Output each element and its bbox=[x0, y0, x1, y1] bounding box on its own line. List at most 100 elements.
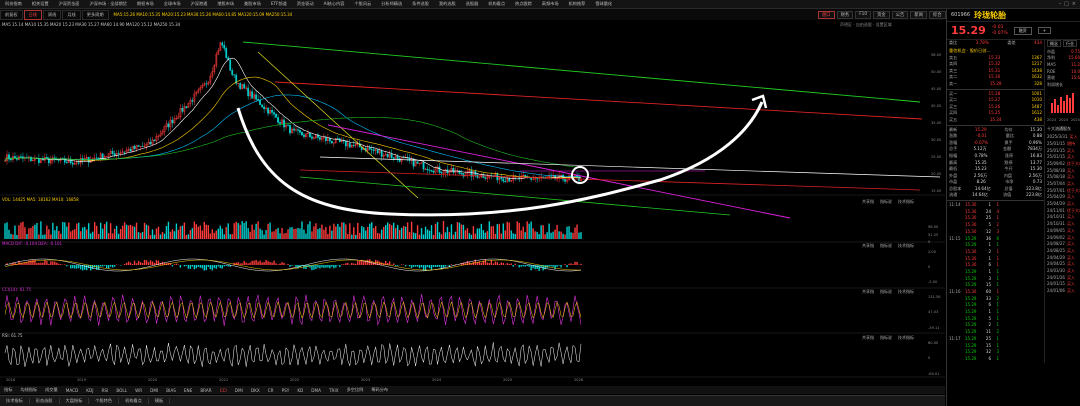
panel-button[interactable]: 技术指标 bbox=[898, 335, 914, 341]
indicator-tab[interactable]: BRAR bbox=[196, 388, 215, 393]
period-button[interactable]: 月线 bbox=[62, 9, 81, 20]
menu-item[interactable]: 科技指南 bbox=[0, 1, 27, 7]
volume-bar bbox=[456, 222, 459, 239]
indicator-tab[interactable]: 多空比例 bbox=[343, 387, 368, 393]
indicator-tab[interactable]: CR bbox=[264, 388, 278, 393]
menu-item[interactable]: 资金驱动 bbox=[292, 1, 319, 7]
menu-item[interactable]: 条件选股 bbox=[407, 1, 434, 7]
indicator-tab[interactable]: BIAS bbox=[162, 388, 180, 393]
right-tab[interactable]: 新闻 bbox=[910, 11, 927, 19]
menu-item[interactable]: 我的选股 bbox=[434, 1, 461, 7]
indicator-tab[interactable]: KDJ bbox=[82, 388, 97, 393]
minimize-icon[interactable]: – bbox=[1059, 1, 1062, 7]
status-tab[interactable]: 个股特色 bbox=[89, 398, 120, 404]
period-button[interactable]: 日线 bbox=[23, 9, 42, 20]
order-level[interactable]: 卖四 15.32 1217 bbox=[947, 61, 1044, 68]
indicator-tab[interactable]: DKX bbox=[247, 388, 264, 393]
menu-item[interactable]: 热点跟踪 bbox=[510, 1, 537, 7]
panel-button[interactable]: 技术指标 bbox=[898, 289, 914, 295]
menu-item[interactable]: 机构看点 bbox=[483, 1, 510, 7]
menu-item[interactable]: 分析师精选 bbox=[376, 1, 407, 7]
menu-item[interactable]: 沪深市场 · 全部期货 bbox=[84, 1, 132, 7]
menu-item[interactable]: 期权市场 bbox=[132, 1, 159, 7]
menu-item[interactable]: AI核心内容 bbox=[319, 1, 350, 7]
concept-tag[interactable]: 重估机会 · 股价已创… bbox=[947, 47, 1044, 55]
menu-item[interactable]: 美股市场 bbox=[239, 1, 266, 7]
panel-button[interactable]: 指标说 bbox=[880, 289, 892, 295]
indicator-tab[interactable]: 筹码分布 bbox=[367, 387, 392, 393]
panel-button[interactable]: 共享指 bbox=[862, 243, 874, 249]
panel-button[interactable]: 技术指标 bbox=[898, 243, 914, 249]
top-holders-label[interactable]: 十大流通股东 bbox=[1047, 126, 1080, 133]
maximize-icon[interactable]: □ bbox=[1064, 1, 1069, 7]
menu-item[interactable]: 相关设置 bbox=[27, 1, 54, 7]
indicator-tab[interactable]: TRIX bbox=[325, 388, 343, 393]
add-watch-button[interactable]: + bbox=[1037, 27, 1052, 34]
period-button[interactable]: 周线 bbox=[42, 9, 62, 20]
panel-button[interactable]: 指标说 bbox=[880, 335, 892, 341]
tick-list[interactable]: 11:14 15.30 1 1 15.30 24 4 15.30 25 1 15.30 5 2 15.30… bbox=[947, 202, 1044, 363]
menu-item[interactable]: ETF频道 bbox=[266, 1, 292, 7]
menu-item[interactable]: 全球市场 bbox=[159, 1, 186, 7]
indicator-tab[interactable]: DMI bbox=[146, 388, 162, 393]
indicator-tab[interactable]: BOLL bbox=[112, 388, 131, 393]
indicator-tab[interactable]: MACD bbox=[62, 388, 83, 393]
margin-button[interactable]: 融资 bbox=[1013, 26, 1032, 35]
period-button[interactable]: 前复权 bbox=[0, 9, 23, 20]
right-tab[interactable]: F10 bbox=[855, 11, 872, 19]
indicator-tab[interactable]: CCI bbox=[216, 388, 231, 393]
indicator-tab[interactable]: DMA bbox=[307, 388, 325, 393]
menu-item[interactable]: 雪球量化 bbox=[590, 1, 617, 7]
indicator-tab[interactable]: DMI bbox=[231, 388, 247, 393]
right-tab[interactable]: 公告 bbox=[891, 11, 909, 19]
indicator-tab[interactable]: WR bbox=[131, 388, 146, 393]
right-tab[interactable]: 财务 bbox=[836, 11, 854, 19]
menu-item[interactable]: 沪深资金面 bbox=[54, 1, 85, 7]
menu-item[interactable]: 个股风云 bbox=[349, 1, 376, 7]
menu-item[interactable]: 高频市场 bbox=[537, 1, 564, 7]
panel-button[interactable]: 共享指 bbox=[862, 199, 874, 205]
status-tab[interactable]: 技术指标 bbox=[0, 398, 30, 404]
panel-button[interactable]: 技术指标 bbox=[898, 199, 914, 205]
panel-button[interactable]: 共享指 bbox=[862, 289, 874, 295]
panel-button[interactable]: 共享指 bbox=[862, 335, 874, 341]
right-tab[interactable]: 盘口 bbox=[818, 11, 835, 19]
status-tab[interactable]: 形态选股 bbox=[30, 398, 60, 404]
status-tab[interactable]: 机构看点 bbox=[119, 398, 149, 404]
menu-item[interactable]: 港股市场 bbox=[212, 1, 239, 7]
status-tab[interactable]: 模板 bbox=[149, 398, 171, 404]
order-level[interactable]: 卖一 15.29 328 bbox=[947, 81, 1044, 88]
indicator-tab[interactable]: ENE bbox=[180, 388, 196, 393]
profit-bar bbox=[1069, 97, 1071, 113]
right-tab[interactable]: 综合 bbox=[928, 11, 946, 19]
order-level[interactable]: 买五 15.24 438 bbox=[947, 117, 1044, 124]
tab-concept[interactable]: 概念 bbox=[1047, 40, 1061, 47]
profit-bar bbox=[1057, 104, 1059, 113]
menu-item[interactable]: 机构推荐 bbox=[564, 1, 591, 7]
order-level[interactable]: 卖五 15.33 1367 bbox=[947, 55, 1044, 62]
tab-industry[interactable]: 行业 bbox=[1063, 40, 1077, 47]
menu-item[interactable]: 选股器 bbox=[461, 1, 484, 7]
order-level[interactable]: 卖三 15.31 1438 bbox=[947, 68, 1044, 75]
panel-button[interactable]: 指标说 bbox=[880, 243, 892, 249]
period-button[interactable]: 更多周期 bbox=[81, 9, 109, 20]
order-level[interactable]: 买三 15.26 1487 bbox=[947, 104, 1044, 111]
indicator-tab[interactable]: 成交量 bbox=[41, 387, 62, 393]
indicator-tab[interactable]: RSI bbox=[98, 388, 113, 393]
indicator-tab[interactable]: PSY bbox=[278, 388, 294, 393]
panel-button[interactable]: 指标说 bbox=[880, 199, 892, 205]
order-level[interactable]: 买二 15.27 1010 bbox=[947, 97, 1044, 104]
volume-bar bbox=[91, 231, 94, 239]
right-tab[interactable]: 资金 bbox=[873, 11, 890, 19]
indicator-tab[interactable]: 均线指标 bbox=[16, 387, 41, 393]
menu-item[interactable]: 沪深港通 bbox=[186, 1, 213, 7]
kline-chart[interactable] bbox=[0, 20, 945, 394]
status-tab[interactable]: 大盘指标 bbox=[60, 398, 90, 404]
close-icon[interactable]: × bbox=[1072, 1, 1076, 7]
tick-volume: 5 bbox=[988, 315, 991, 321]
order-level[interactable]: 买一 15.28 1001 bbox=[947, 91, 1044, 98]
order-level[interactable]: 买四 15.25 1612 bbox=[947, 110, 1044, 117]
indicator-tab[interactable]: KD bbox=[293, 388, 307, 393]
indicator-tab[interactable]: 指标 bbox=[0, 387, 16, 393]
order-level[interactable]: 卖二 15.30 1632 bbox=[947, 74, 1044, 81]
